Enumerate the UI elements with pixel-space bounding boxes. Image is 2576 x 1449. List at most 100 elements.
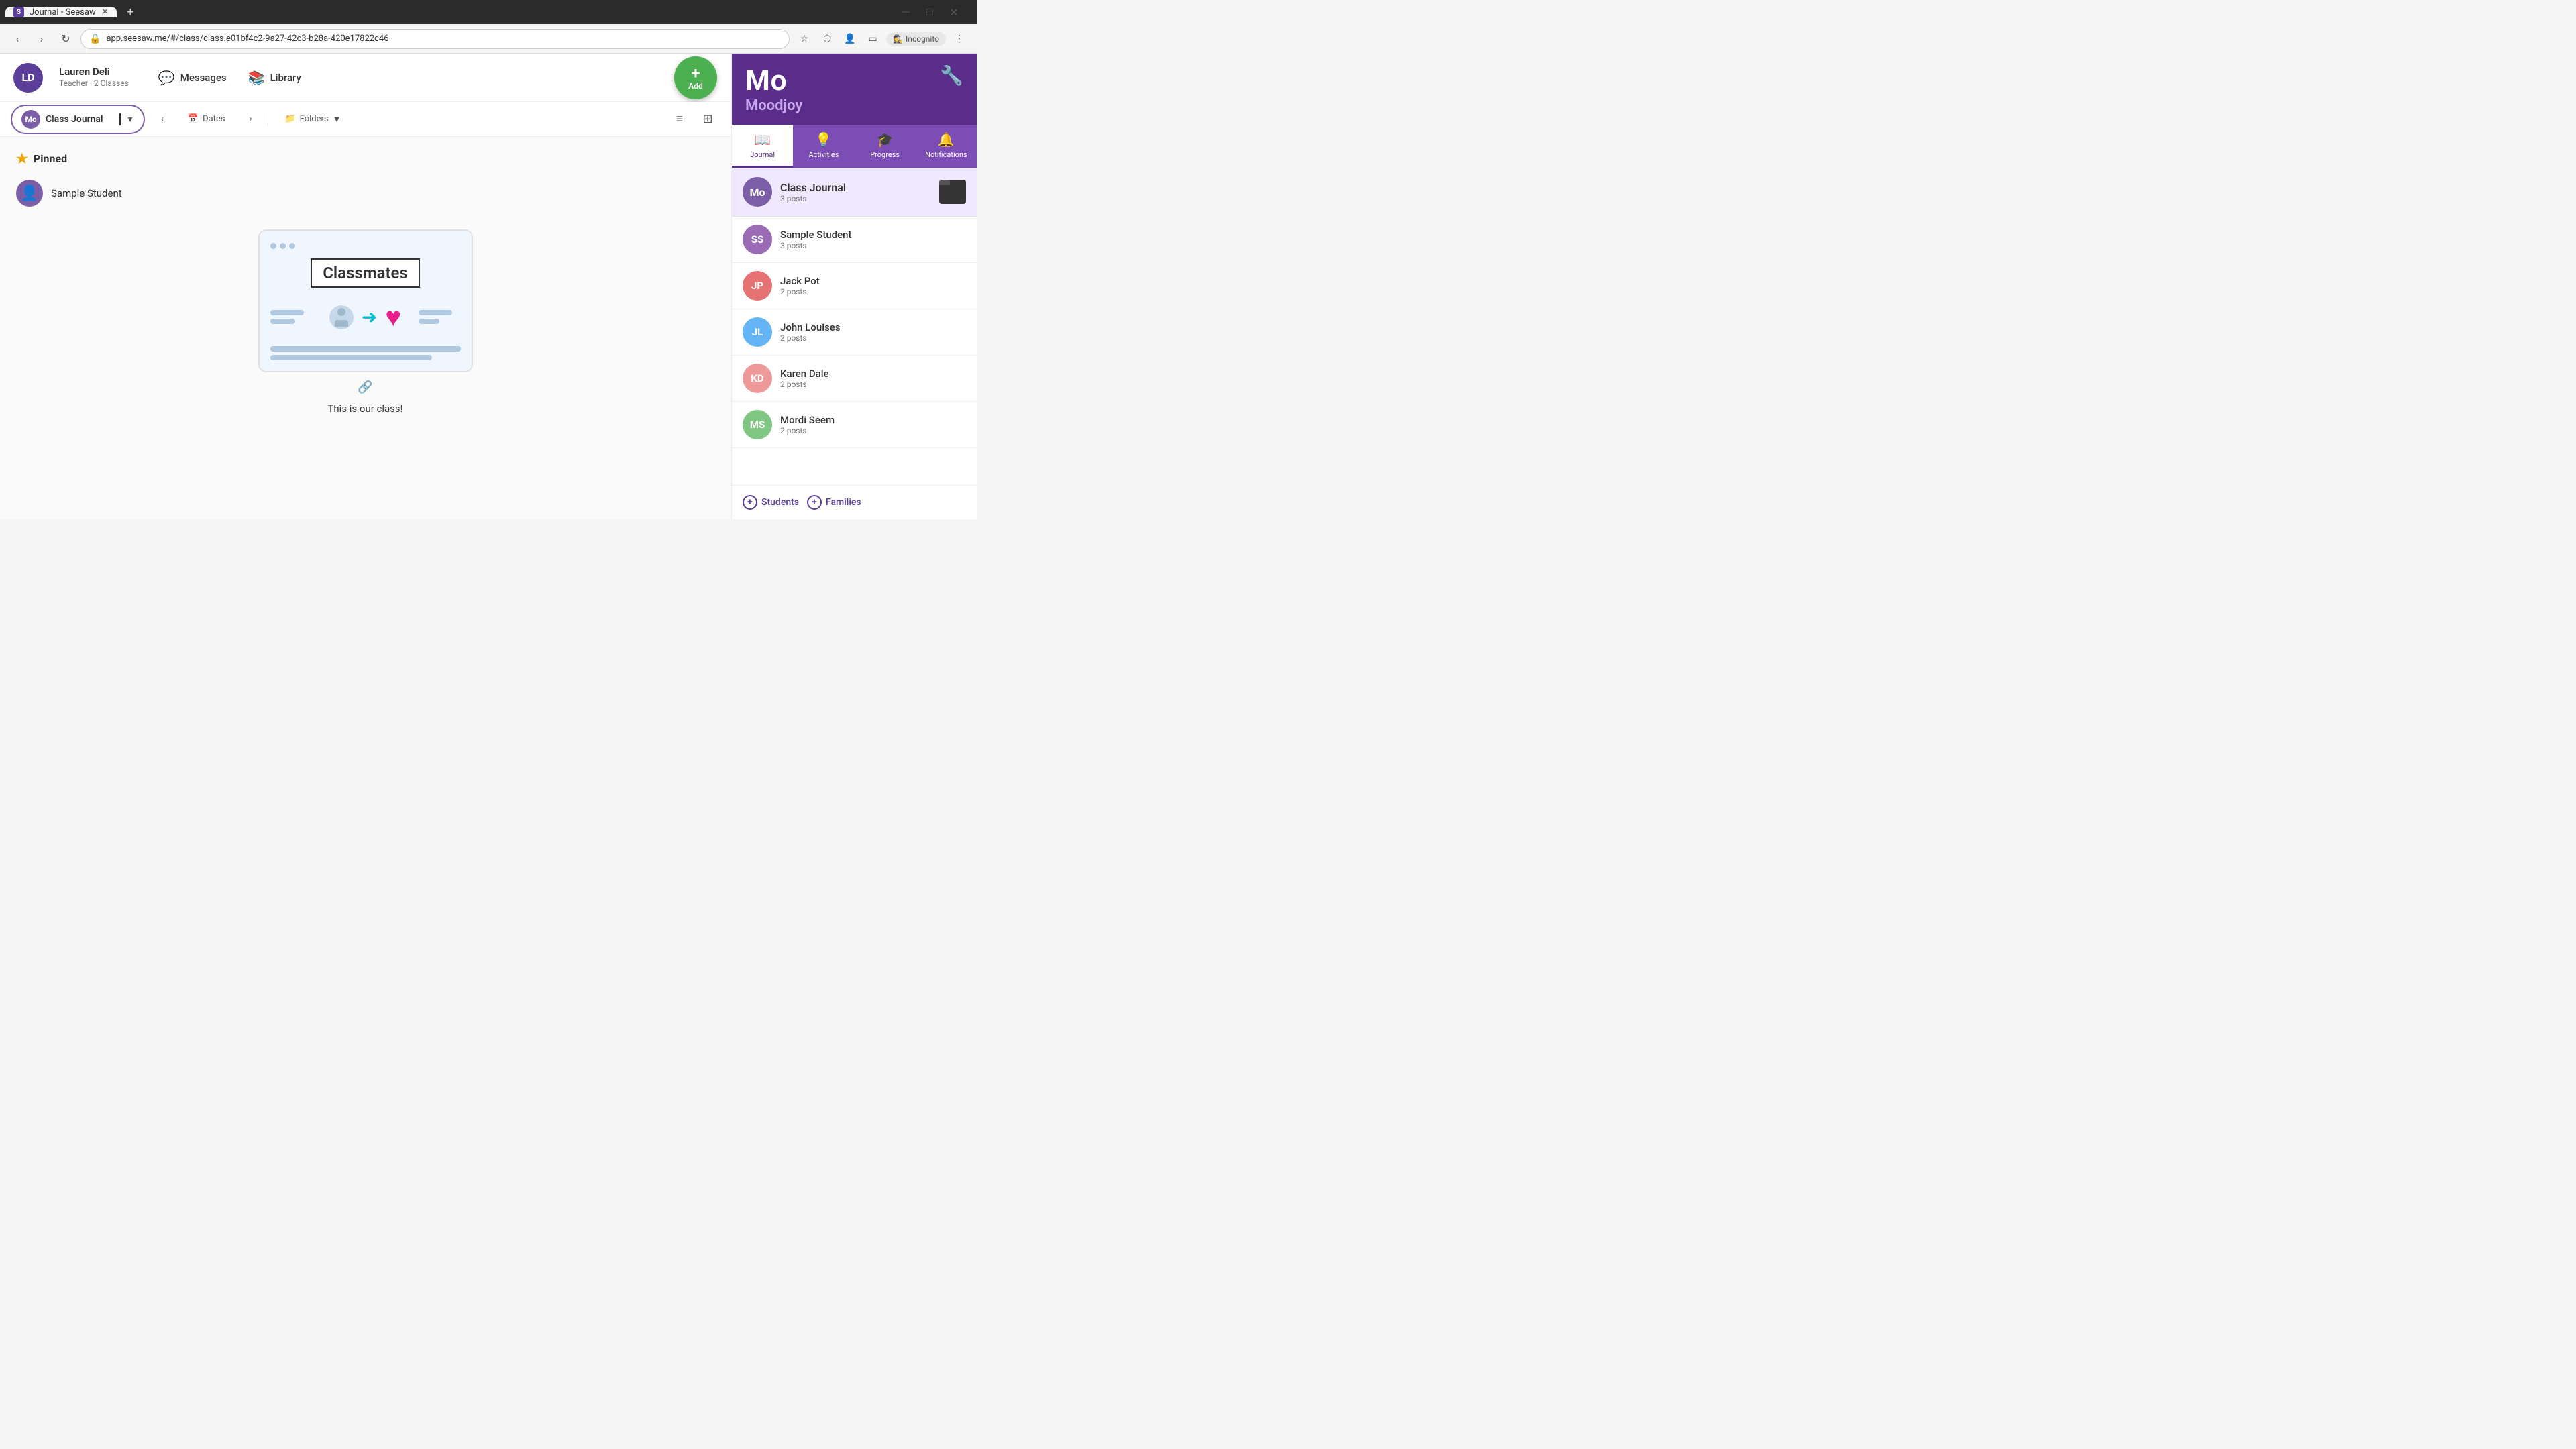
dot3 <box>289 243 295 249</box>
folders-button[interactable]: 📁 Folders ▼ <box>276 110 349 129</box>
post-line-3 <box>419 310 452 315</box>
main-content: LD Lauren Deli Teacher · 2 Classes 💬 Mes… <box>0 54 731 519</box>
app-layout: LD Lauren Deli Teacher · 2 Classes 💬 Mes… <box>0 54 977 519</box>
notifications-tab-icon: 🔔 <box>938 131 955 148</box>
progress-tab-icon: 🎓 <box>877 131 894 148</box>
filter-button[interactable]: ≡ <box>667 107 692 131</box>
browser-nav-icons: ☆ ⬡ 👤 ▭ 🕵 Incognito ⋮ <box>795 30 969 48</box>
address-bar[interactable]: 🔒 app.seesaw.me/#/class/class.e01bf4c2-9… <box>80 29 790 49</box>
dot1 <box>270 243 276 249</box>
right-panel-header: Mo Moodjoy 🔧 <box>732 54 977 125</box>
post-card-inner: Classmates <box>260 231 472 371</box>
class-dropdown-icon: ▼ <box>126 115 134 124</box>
panel-class-full: Moodjoy <box>745 97 802 114</box>
student-list: SS Sample Student 3 posts JP Jack Pot 2 … <box>732 217 977 448</box>
student-posts: 2 posts <box>780 380 966 389</box>
student-list-item[interactable]: JP Jack Pot 2 posts <box>732 263 977 309</box>
student-list-item[interactable]: MS Mordi Seem 2 posts <box>732 402 977 448</box>
pinned-student-item[interactable]: 👤 Sample Student <box>16 177 714 209</box>
library-icon: 📚 <box>248 70 265 86</box>
view-toggle-button[interactable]: ⊞ <box>696 107 720 131</box>
student-avatar: JP <box>743 271 772 301</box>
panel-class-short: Mo <box>745 64 802 97</box>
add-button[interactable]: + Add <box>674 56 717 99</box>
post-card-dots <box>270 241 461 250</box>
student-list-item[interactable]: KD Karen Dale 2 posts <box>732 356 977 402</box>
link-icon[interactable]: 🔗 <box>358 380 372 394</box>
class-journal-avatar: Mo <box>743 177 772 207</box>
panel-tab-journal[interactable]: 📖 Journal <box>732 125 793 168</box>
student-posts: 2 posts <box>780 333 966 343</box>
student-posts: 2 posts <box>780 287 966 297</box>
student-avatar: JL <box>743 317 772 347</box>
student-list-item[interactable]: SS Sample Student 3 posts <box>732 217 977 263</box>
messages-icon: 💬 <box>158 70 175 86</box>
class-journal-folder-icon <box>939 180 966 204</box>
next-date-button[interactable]: › <box>241 110 260 128</box>
class-journal-info: Class Journal 3 posts <box>780 181 931 203</box>
post-bottom-line1 <box>270 346 461 352</box>
dates-button[interactable]: 📅 Dates <box>180 110 233 128</box>
new-tab-button[interactable]: + <box>121 5 140 19</box>
prev-date-button[interactable]: ‹ <box>153 110 172 128</box>
journal-tab-icon: 📖 <box>754 131 771 148</box>
post-area: Classmates <box>16 229 714 415</box>
families-footer-button[interactable]: + Families <box>807 495 861 510</box>
minimize-button[interactable]: ─ <box>896 3 915 21</box>
panel-tab-activities[interactable]: 💡 Activities <box>793 125 854 168</box>
post-title: Classmates <box>311 258 420 288</box>
pinned-student-name: Sample Student <box>51 187 122 199</box>
calendar-icon: 📅 <box>188 114 199 124</box>
panel-nav: 📖 Journal 💡 Activities 🎓 Progress 🔔 Noti… <box>732 125 977 168</box>
settings-icon[interactable]: 🔧 <box>940 64 963 87</box>
student-name: Mordi Seem <box>780 414 966 426</box>
post-visual: ➜ ♥ <box>270 296 461 338</box>
class-journal-item[interactable]: Mo Class Journal 3 posts <box>732 168 977 217</box>
user-info: Lauren Deli Teacher · 2 Classes <box>59 66 129 89</box>
back-button[interactable]: ‹ <box>8 30 27 48</box>
students-footer-button[interactable]: + Students <box>743 495 799 510</box>
content-area: ★ Pinned 👤 Sample Student <box>0 137 731 519</box>
messages-nav-item[interactable]: 💬 Messages <box>158 70 227 86</box>
maximize-button[interactable]: □ <box>920 3 939 21</box>
plus-icon: + <box>691 65 700 81</box>
active-tab[interactable]: S Journal - Seesaw ✕ <box>5 7 117 17</box>
student-name: Jack Pot <box>780 275 966 287</box>
panel-content: Mo Class Journal 3 posts SS Sample Stude… <box>732 168 977 485</box>
pinned-section: ★ Pinned 👤 Sample Student <box>16 150 714 209</box>
student-avatar: MS <box>743 410 772 439</box>
post-card: Classmates <box>258 229 473 372</box>
dot2 <box>280 243 286 249</box>
profile-icon[interactable]: 👤 <box>841 30 859 48</box>
student-posts: 2 posts <box>780 426 966 435</box>
extensions-icon[interactable]: ⬡ <box>818 30 837 48</box>
refresh-button[interactable]: ↻ <box>56 30 75 48</box>
person-body <box>335 320 348 327</box>
post-right <box>419 310 461 324</box>
close-window-button[interactable]: ✕ <box>945 3 963 21</box>
cast-icon[interactable]: ▭ <box>863 30 882 48</box>
navigation-bar: ‹ › ↻ 🔒 app.seesaw.me/#/class/class.e01b… <box>0 24 977 54</box>
panel-tab-notifications[interactable]: 🔔 Notifications <box>916 125 977 168</box>
tab-favicon: S <box>13 7 24 17</box>
forward-button[interactable]: › <box>32 30 51 48</box>
class-selector[interactable]: Mo Class Journal ▼ <box>11 105 145 134</box>
incognito-badge: 🕵 Incognito <box>886 32 946 46</box>
post-left <box>270 310 313 324</box>
tab-bar: S Journal - Seesaw ✕ + ─ □ ✕ <box>0 0 977 24</box>
panel-class-info: Mo Moodjoy <box>745 64 802 114</box>
student-info: Sample Student 3 posts <box>780 229 966 250</box>
post-line-4 <box>419 319 440 324</box>
tab-close-button[interactable]: ✕ <box>101 7 109 17</box>
panel-tab-progress[interactable]: 🎓 Progress <box>855 125 916 168</box>
student-info: Mordi Seem 2 posts <box>780 414 966 435</box>
bookmark-icon[interactable]: ☆ <box>795 30 814 48</box>
student-info: John Louises 2 posts <box>780 321 966 343</box>
library-nav-item[interactable]: 📚 Library <box>248 70 301 86</box>
student-info: Jack Pot 2 posts <box>780 275 966 297</box>
more-icon[interactable]: ⋮ <box>950 30 969 48</box>
student-list-item[interactable]: JL John Louises 2 posts <box>732 309 977 356</box>
user-avatar[interactable]: LD <box>13 63 43 93</box>
pinned-header: ★ Pinned <box>16 150 714 166</box>
post-heart-icon: ♥ <box>385 301 401 333</box>
